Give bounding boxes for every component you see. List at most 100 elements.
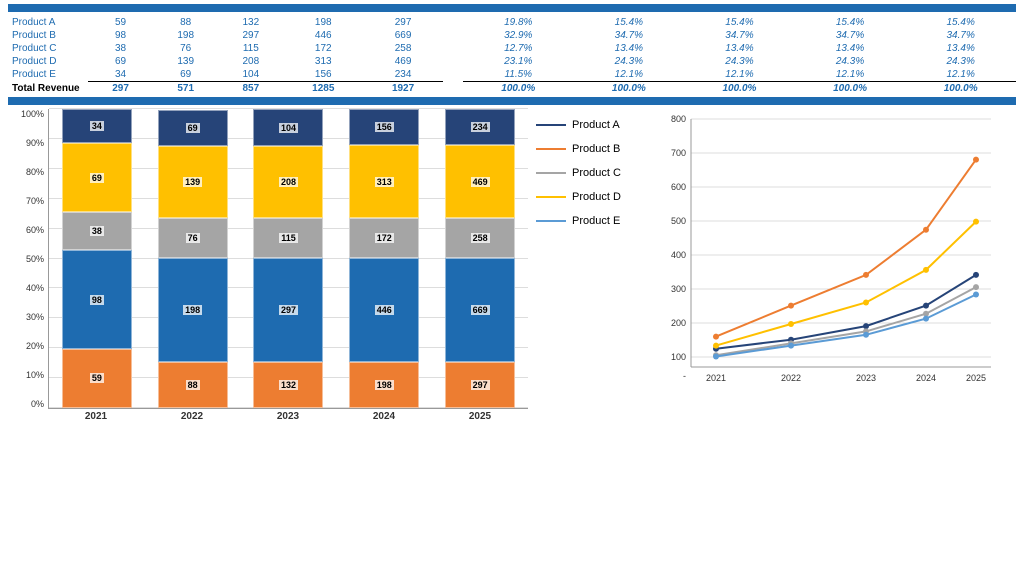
total-pct-1: 100.0% [574, 82, 685, 96]
row-label-3: Product D [8, 55, 88, 68]
pct-val-0-4: 15.4% [905, 16, 1016, 29]
data-val-1-1: 198 [153, 29, 218, 42]
data-val-1-0: 98 [88, 29, 153, 42]
table-row: Product B9819829744666932.9%34.7%34.7%34… [8, 29, 1016, 42]
total-val-2: 857 [218, 82, 283, 96]
svg-text:-: - [683, 371, 686, 381]
bar-segment-product_c: 258 [445, 218, 515, 258]
bar-label: 69 [186, 123, 200, 133]
bar-label: 132 [279, 380, 298, 390]
bottom-chart-title [8, 97, 1016, 105]
bar-label: 469 [471, 177, 490, 187]
pct-val-3-3: 24.3% [795, 55, 906, 68]
bar-segment-product_c: 76 [158, 218, 228, 258]
data-val-4-3: 156 [283, 68, 363, 82]
bar-label: 172 [375, 233, 394, 243]
row-label-1: Product B [8, 29, 88, 42]
bar-label: 198 [375, 380, 394, 390]
pct-val-2-4: 13.4% [905, 42, 1016, 55]
legend-item-d: Product D [536, 191, 646, 203]
pct-val-1-3: 34.7% [795, 29, 906, 42]
line-chart-legend: Product A Product B Product C Produ [536, 109, 646, 419]
pct-val-3-4: 24.3% [905, 55, 1016, 68]
pct-val-4-2: 12.1% [684, 68, 795, 82]
bar-label: 313 [375, 177, 394, 187]
svg-text:2024: 2024 [916, 373, 936, 383]
table-row: Product A598813219829719.8%15.4%15.4%15.… [8, 16, 1016, 29]
bar-chart-container: 100% 90% 80% 70% 60% 50% 40% 30% 20% 10%… [8, 109, 528, 422]
row-label-0: Product A [8, 16, 88, 29]
bar-label: 34 [90, 121, 104, 131]
bar-label: 297 [279, 305, 298, 315]
pct-val-3-0: 23.1% [463, 55, 574, 68]
pct-val-4-0: 11.5% [463, 68, 574, 82]
data-val-2-4: 258 [363, 42, 443, 55]
svg-text:700: 700 [671, 148, 686, 158]
bar-segment-product_d: 313 [349, 145, 419, 218]
bar-label: 297 [471, 380, 490, 390]
bar-group: 198446172313156 [336, 109, 432, 408]
bar-segment-product_a: 132 [253, 362, 323, 408]
pct-val-0-2: 15.4% [684, 16, 795, 29]
svg-text:300: 300 [671, 284, 686, 294]
bar-label: 208 [279, 177, 298, 187]
bar-segment-product_e: 104 [253, 109, 323, 145]
data-val-0-4: 297 [363, 16, 443, 29]
bar-segment-product_a: 59 [62, 349, 132, 408]
data-val-3-4: 469 [363, 55, 443, 68]
bar-label: 69 [90, 173, 104, 183]
bar-segment-product_b: 669 [445, 258, 515, 362]
table-row: Product E346910415623411.5%12.1%12.1%12.… [8, 68, 1016, 82]
top-section: Product A598813219829719.8%15.4%15.4%15.… [0, 0, 1024, 97]
x-axis-labels: 20212022202320242025 [48, 409, 528, 422]
bar-label: 234 [471, 122, 490, 132]
legend-line-e [536, 220, 566, 222]
pct-val-1-2: 34.7% [684, 29, 795, 42]
bar-label: 98 [90, 295, 104, 305]
pct-val-2-2: 13.4% [684, 42, 795, 55]
legend-line-a [536, 124, 566, 126]
top-table-title [8, 4, 1016, 12]
table-row: Product D6913920831346923.1%24.3%24.3%24… [8, 55, 1016, 68]
pct-val-0-3: 15.4% [795, 16, 906, 29]
charts-row: 100% 90% 80% 70% 60% 50% 40% 30% 20% 10%… [8, 109, 1016, 422]
pct-val-0-0: 19.8% [463, 16, 574, 29]
bar-label: 669 [471, 305, 490, 315]
bar-segment-product_b: 297 [253, 258, 323, 362]
svg-text:400: 400 [671, 250, 686, 260]
bar-group: 132297115208104 [241, 109, 337, 408]
x-axis-label: 2023 [240, 409, 336, 422]
bar-segment-product_a: 88 [158, 362, 228, 408]
bar-label: 59 [90, 373, 104, 383]
legend-item-a: Product A [536, 119, 646, 131]
bar-segment-product_a: 198 [349, 362, 419, 408]
data-val-3-1: 139 [153, 55, 218, 68]
bar-label: 76 [186, 233, 200, 243]
pct-val-4-1: 12.1% [574, 68, 685, 82]
x-axis-label: 2024 [336, 409, 432, 422]
bar-group: 5998386934 [49, 109, 145, 408]
data-val-0-3: 198 [283, 16, 363, 29]
legend-line-c [536, 172, 566, 174]
bar-segment-product_e: 234 [445, 109, 515, 145]
total-val-4: 1927 [363, 82, 443, 96]
revenue-table: Product A598813219829719.8%15.4%15.4%15.… [8, 14, 1016, 95]
bar-segment-product_e: 69 [158, 110, 228, 146]
legend-label-b: Product B [572, 143, 620, 155]
svg-text:2021: 2021 [706, 373, 726, 383]
pct-val-0-1: 15.4% [574, 16, 685, 29]
data-val-1-2: 297 [218, 29, 283, 42]
data-val-3-3: 313 [283, 55, 363, 68]
svg-text:600: 600 [671, 182, 686, 192]
bar-segment-product_e: 34 [62, 109, 132, 143]
total-row: Total Revenue29757185712851927100.0%100.… [8, 82, 1016, 96]
legend-item-e: Product E [536, 215, 646, 227]
pct-val-1-0: 32.9% [463, 29, 574, 42]
svg-text:2022: 2022 [781, 373, 801, 383]
line-chart-area: 800 700 600 500 400 300 200 100 - 2021 2… [646, 109, 1016, 419]
legend-line-b [536, 148, 566, 150]
legend-label-c: Product C [572, 167, 621, 179]
data-val-0-1: 88 [153, 16, 218, 29]
bar-label: 104 [279, 123, 298, 133]
x-axis-label: 2022 [144, 409, 240, 422]
